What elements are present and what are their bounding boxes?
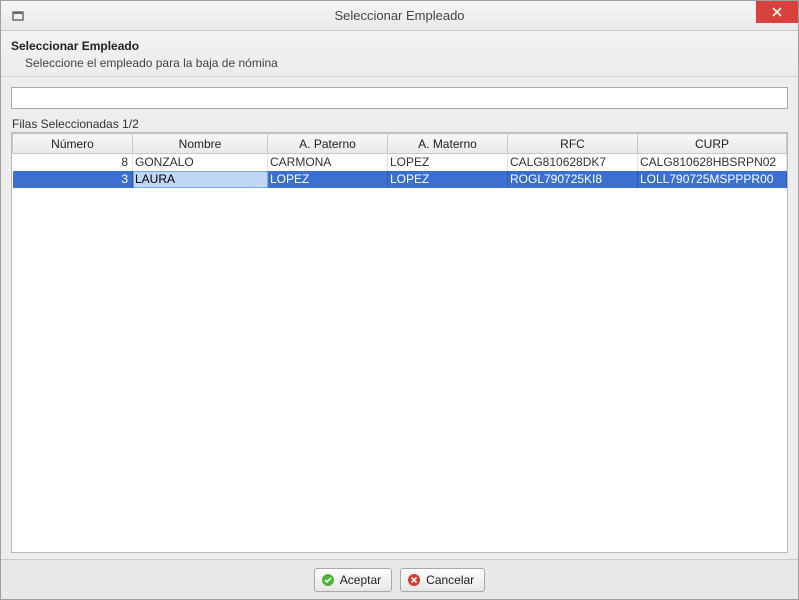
cell-rfc[interactable]: ROGL790725KI8 [508,171,638,188]
table-row[interactable]: 3LAURALOPEZLOPEZROGL790725KI8LOLL790725M… [13,171,787,188]
cell-rfc[interactable]: CALG810628DK7 [508,154,638,171]
cell-curp[interactable]: LOLL790725MSPPPR00 [638,171,787,188]
header-block: Seleccionar Empleado Seleccione el emple… [1,31,798,77]
header-subtitle: Seleccione el empleado para la baja de n… [11,56,788,70]
search-row [11,87,788,109]
grid-header: Número Nombre A. Paterno A. Materno RFC … [12,133,787,188]
col-apaterno[interactable]: A. Paterno [268,134,388,154]
cell-nombre[interactable]: GONZALO [133,154,268,171]
window-title: Seleccionar Empleado [1,8,798,23]
table-row[interactable]: 8GONZALOCARMONALOPEZCALG810628DK7CALG810… [13,154,787,171]
cell-numero[interactable]: 3 [13,171,133,188]
cell-numero[interactable]: 8 [13,154,133,171]
cell-curp[interactable]: CALG810628HBSRPN02 [638,154,787,171]
selected-rows-label: Filas Seleccionadas 1/2 [11,117,788,131]
accept-icon [321,573,335,587]
cell-apaterno[interactable]: LOPEZ [268,171,388,188]
cancel-label: Cancelar [426,573,474,587]
cell-nombre[interactable]: LAURA [133,171,268,188]
cell-apaterno[interactable]: CARMONA [268,154,388,171]
col-amaterno[interactable]: A. Materno [388,134,508,154]
search-input[interactable] [12,88,787,108]
grid-body: 8GONZALOCARMONALOPEZCALG810628DK7CALG810… [13,154,787,188]
cell-amaterno[interactable]: LOPEZ [388,171,508,188]
titlebar: Seleccionar Empleado [1,1,798,31]
content-area: Filas Seleccionadas 1/2 Número Nombre A.… [1,77,798,559]
accept-label: Aceptar [340,573,381,587]
dialog-window: Seleccionar Empleado Seleccionar Emplead… [0,0,799,600]
employee-grid[interactable]: Número Nombre A. Paterno A. Materno RFC … [11,132,788,553]
close-button[interactable] [756,1,798,23]
col-curp[interactable]: CURP [638,134,787,154]
button-bar: Aceptar Cancelar [1,559,798,599]
col-rfc[interactable]: RFC [508,134,638,154]
header-title: Seleccionar Empleado [11,39,788,53]
accept-button[interactable]: Aceptar [314,568,392,592]
col-numero[interactable]: Número [13,134,133,154]
col-nombre[interactable]: Nombre [133,134,268,154]
cell-amaterno[interactable]: LOPEZ [388,154,508,171]
app-icon [9,7,27,25]
cancel-button[interactable]: Cancelar [400,568,485,592]
cancel-icon [407,573,421,587]
